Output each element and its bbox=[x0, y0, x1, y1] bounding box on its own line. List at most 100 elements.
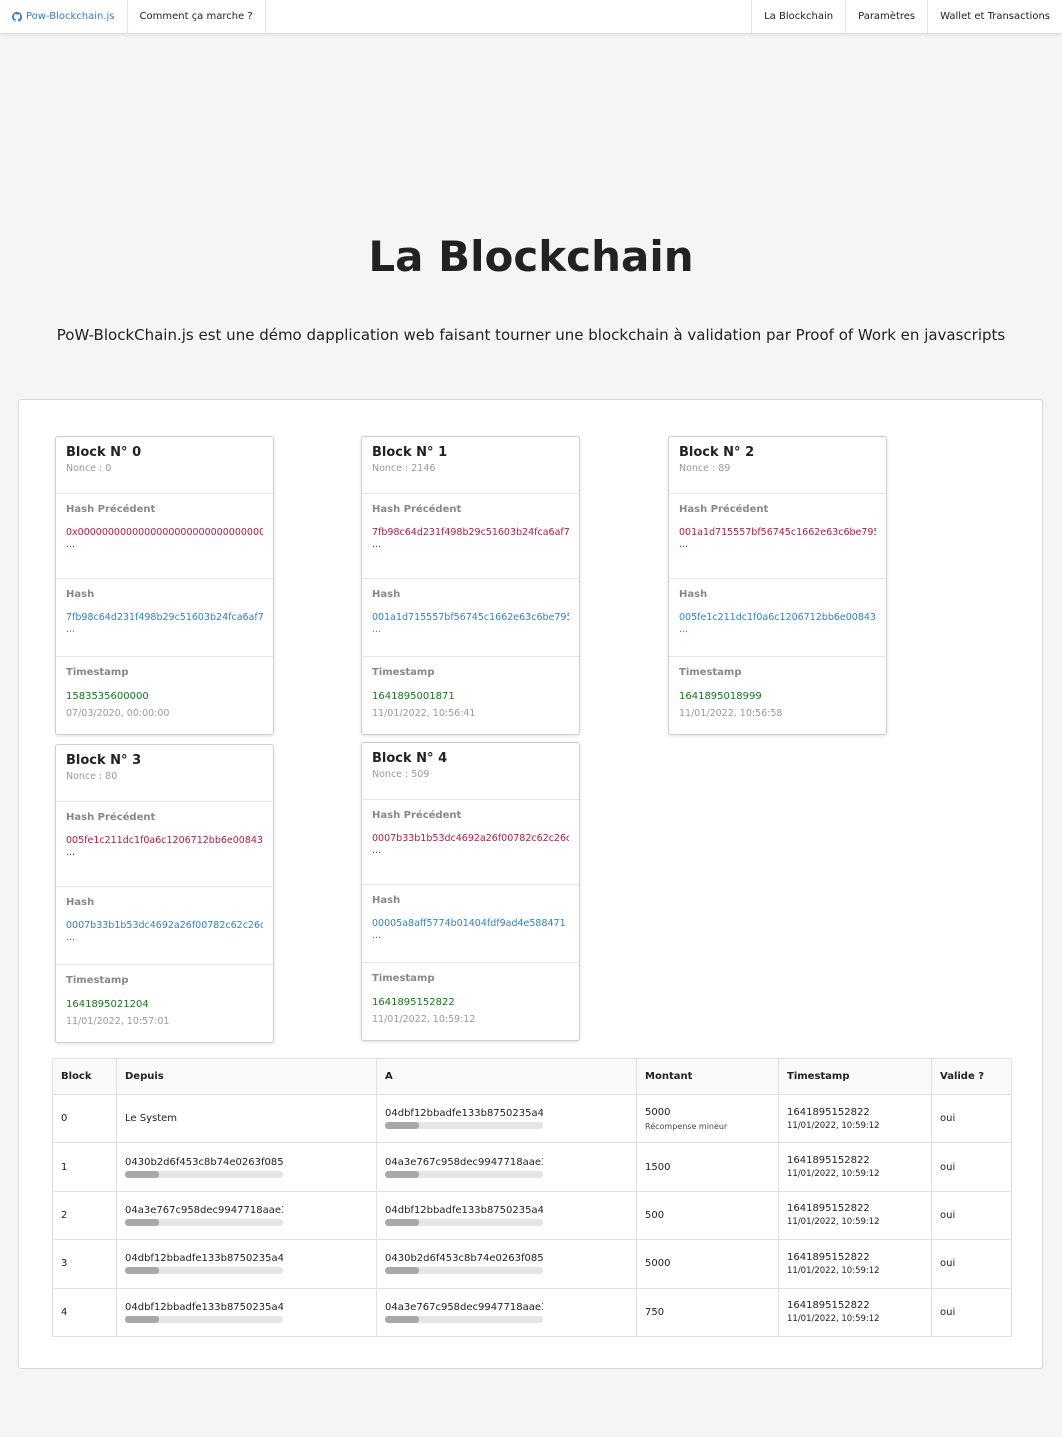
block-card-0: Block N° 0 Nonce : 0 Hash Précédent 0x00… bbox=[55, 436, 274, 735]
col-valid: Valide ? bbox=[931, 1058, 1012, 1095]
hash-ellipsis[interactable]: ... bbox=[372, 930, 569, 941]
nav-brand-link[interactable]: Pow-Blockchain.js bbox=[0, 0, 128, 33]
cell-block: 4 bbox=[52, 1287, 117, 1337]
timestamp-date: 11/01/2022, 10:56:58 bbox=[679, 708, 783, 719]
ts-value: 1641895152822 bbox=[787, 1203, 870, 1215]
ts-date: 11/01/2022, 10:59:12 bbox=[787, 1169, 880, 1180]
ts-value: 1641895152822 bbox=[787, 1106, 870, 1118]
timestamp-value: 1641895001871 bbox=[372, 691, 455, 702]
block-title: Block N° 0 bbox=[66, 445, 142, 460]
cell-valid: oui bbox=[931, 1093, 1012, 1144]
to-address: 04a3e767c958dec9947718aae3a bbox=[385, 1301, 543, 1313]
cell-timestamp: 1641895152822 11/01/2022, 10:59:12 bbox=[778, 1239, 932, 1289]
hash-value: 005fe1c211dc1f0a6c1206712bb6e00843 bbox=[679, 612, 876, 623]
prev-hash-ellipsis[interactable]: ... bbox=[66, 847, 263, 858]
nav-how-it-works[interactable]: Comment ça marche ? bbox=[128, 0, 266, 33]
prev-hash-value: 001a1d715557bf56745c1662e63c6be795 bbox=[679, 527, 876, 538]
cell-from: 04dbf12bbadfe133b8750235a464 bbox=[116, 1239, 377, 1289]
scrollbar-thumb[interactable] bbox=[385, 1218, 419, 1226]
block-card-3: Block N° 3 Nonce : 80 Hash Précédent 005… bbox=[55, 744, 274, 1043]
cell-timestamp: 1641895152822 11/01/2022, 10:59:12 bbox=[778, 1190, 932, 1241]
table-row: 2 04a3e767c958dec9947718aae3a 04dbf12bba… bbox=[52, 1190, 1012, 1241]
block-nonce: Nonce : 2146 bbox=[372, 463, 436, 474]
hash-ellipsis[interactable]: ... bbox=[679, 624, 876, 635]
scrollbar-thumb[interactable] bbox=[125, 1315, 159, 1323]
hash-value: 001a1d715557bf56745c1662e63c6be795 bbox=[372, 612, 569, 623]
cell-to: 04dbf12bbadfe133b8750235a464 bbox=[376, 1093, 637, 1144]
hash-ellipsis[interactable]: ... bbox=[66, 624, 263, 635]
nav-settings[interactable]: Paramètres bbox=[845, 0, 927, 33]
cell-block: 3 bbox=[52, 1239, 117, 1289]
nav-right: La Blockchain Paramètres Wallet et Trans… bbox=[751, 0, 1062, 33]
cell-timestamp: 1641895152822 11/01/2022, 10:59:12 bbox=[778, 1093, 932, 1144]
prev-hash-ellipsis[interactable]: ... bbox=[66, 539, 263, 550]
nav-wallet-transactions[interactable]: Wallet et Transactions bbox=[927, 0, 1062, 33]
cell-from: 04dbf12bbadfe133b8750235a464 bbox=[116, 1287, 377, 1337]
cell-block: 0 bbox=[52, 1093, 117, 1144]
address-scrollbar[interactable] bbox=[125, 1170, 283, 1178]
timestamp-value: 1641895018999 bbox=[679, 691, 762, 702]
prev-hash-label: Hash Précédent bbox=[66, 812, 156, 823]
cell-valid: oui bbox=[931, 1190, 1012, 1241]
address-scrollbar[interactable] bbox=[125, 1315, 283, 1323]
prev-hash-section: Hash Précédent 0x00000000000000000000000… bbox=[56, 494, 273, 579]
block-card-1: Block N° 1 Nonce : 2146 Hash Précédent 7… bbox=[361, 436, 580, 735]
timestamp-value: 1641895021204 bbox=[66, 999, 149, 1010]
hash-value: 0007b33b1b53dc4692a26f00782c62c26c bbox=[66, 920, 263, 931]
address-scrollbar[interactable] bbox=[125, 1267, 283, 1275]
hash-label: Hash bbox=[372, 895, 401, 906]
address-scrollbar[interactable] bbox=[385, 1170, 543, 1178]
prev-hash-value: 7fb98c64d231f498b29c51603b24fca6af7 bbox=[372, 527, 569, 538]
hash-label: Hash bbox=[66, 897, 95, 908]
block-header: Block N° 3 Nonce : 80 bbox=[56, 745, 273, 802]
cell-from: 0430b2d6f453c8b74e0263f085b bbox=[116, 1142, 377, 1192]
prev-hash-ellipsis[interactable]: ... bbox=[679, 539, 876, 550]
timestamp-date: 11/01/2022, 10:59:12 bbox=[372, 1014, 476, 1025]
block-nonce: Nonce : 0 bbox=[66, 463, 112, 474]
cell-block: 1 bbox=[52, 1142, 117, 1192]
hash-value: 7fb98c64d231f498b29c51603b24fca6af7 bbox=[66, 612, 263, 623]
amount-value: 5000 bbox=[645, 1106, 671, 1118]
address-scrollbar[interactable] bbox=[125, 1218, 283, 1226]
scrollbar-thumb[interactable] bbox=[385, 1267, 419, 1275]
scrollbar-thumb[interactable] bbox=[385, 1122, 419, 1130]
prev-hash-value: 005fe1c211dc1f0a6c1206712bb6e00843 bbox=[66, 835, 263, 846]
from-text: Le System bbox=[125, 1113, 178, 1125]
hash-ellipsis[interactable]: ... bbox=[66, 932, 263, 943]
address-scrollbar[interactable] bbox=[385, 1315, 543, 1323]
to-address: 04dbf12bbadfe133b8750235a464 bbox=[385, 1204, 543, 1216]
hash-ellipsis[interactable]: ... bbox=[372, 624, 569, 635]
prev-hash-ellipsis[interactable]: ... bbox=[372, 539, 569, 550]
address-scrollbar[interactable] bbox=[385, 1218, 543, 1226]
address-scrollbar[interactable] bbox=[385, 1122, 543, 1130]
cell-valid: oui bbox=[931, 1239, 1012, 1289]
block-header: Block N° 1 Nonce : 2146 bbox=[362, 437, 579, 494]
block-title: Block N° 4 bbox=[372, 751, 448, 766]
hash-value: 00005a8aff5774b01404fdf9ad4e588471 bbox=[372, 918, 566, 929]
timestamp-section: Timestamp 1641895152822 11/01/2022, 10:5… bbox=[362, 963, 579, 1040]
transactions-table: Block Depuis A Montant Timestamp Valide … bbox=[52, 1058, 1012, 1337]
hash-section: Hash 7fb98c64d231f498b29c51603b24fca6af7… bbox=[56, 579, 273, 657]
timestamp-section: Timestamp 1641895021204 11/01/2022, 10:5… bbox=[56, 965, 273, 1042]
prev-hash-ellipsis[interactable]: ... bbox=[372, 845, 569, 856]
scrollbar-thumb[interactable] bbox=[125, 1267, 159, 1275]
scrollbar-thumb[interactable] bbox=[385, 1170, 419, 1178]
hash-section: Hash 001a1d715557bf56745c1662e63c6be795 … bbox=[362, 579, 579, 657]
cell-valid: oui bbox=[931, 1287, 1012, 1337]
block-title: Block N° 1 bbox=[372, 445, 448, 460]
scrollbar-thumb[interactable] bbox=[125, 1170, 159, 1178]
block-header: Block N° 2 Nonce : 89 bbox=[669, 437, 886, 494]
cell-to: 04a3e767c958dec9947718aae3a bbox=[376, 1142, 637, 1192]
ts-date: 11/01/2022, 10:59:12 bbox=[787, 1314, 880, 1325]
cell-amount: 1500 bbox=[636, 1142, 779, 1192]
address-scrollbar[interactable] bbox=[385, 1267, 543, 1275]
hash-label: Hash bbox=[66, 589, 95, 600]
to-address: 04a3e767c958dec9947718aae3a bbox=[385, 1156, 543, 1168]
block-header: Block N° 0 Nonce : 0 bbox=[56, 437, 273, 494]
col-amount: Montant bbox=[636, 1058, 779, 1095]
scrollbar-thumb[interactable] bbox=[125, 1218, 159, 1226]
cell-amount: 5000 Récompense mineur bbox=[636, 1093, 779, 1144]
scrollbar-thumb[interactable] bbox=[385, 1315, 419, 1323]
prev-hash-value: 0x000000000000000000000000000000000 bbox=[66, 527, 263, 538]
nav-blockchain[interactable]: La Blockchain bbox=[751, 0, 845, 33]
